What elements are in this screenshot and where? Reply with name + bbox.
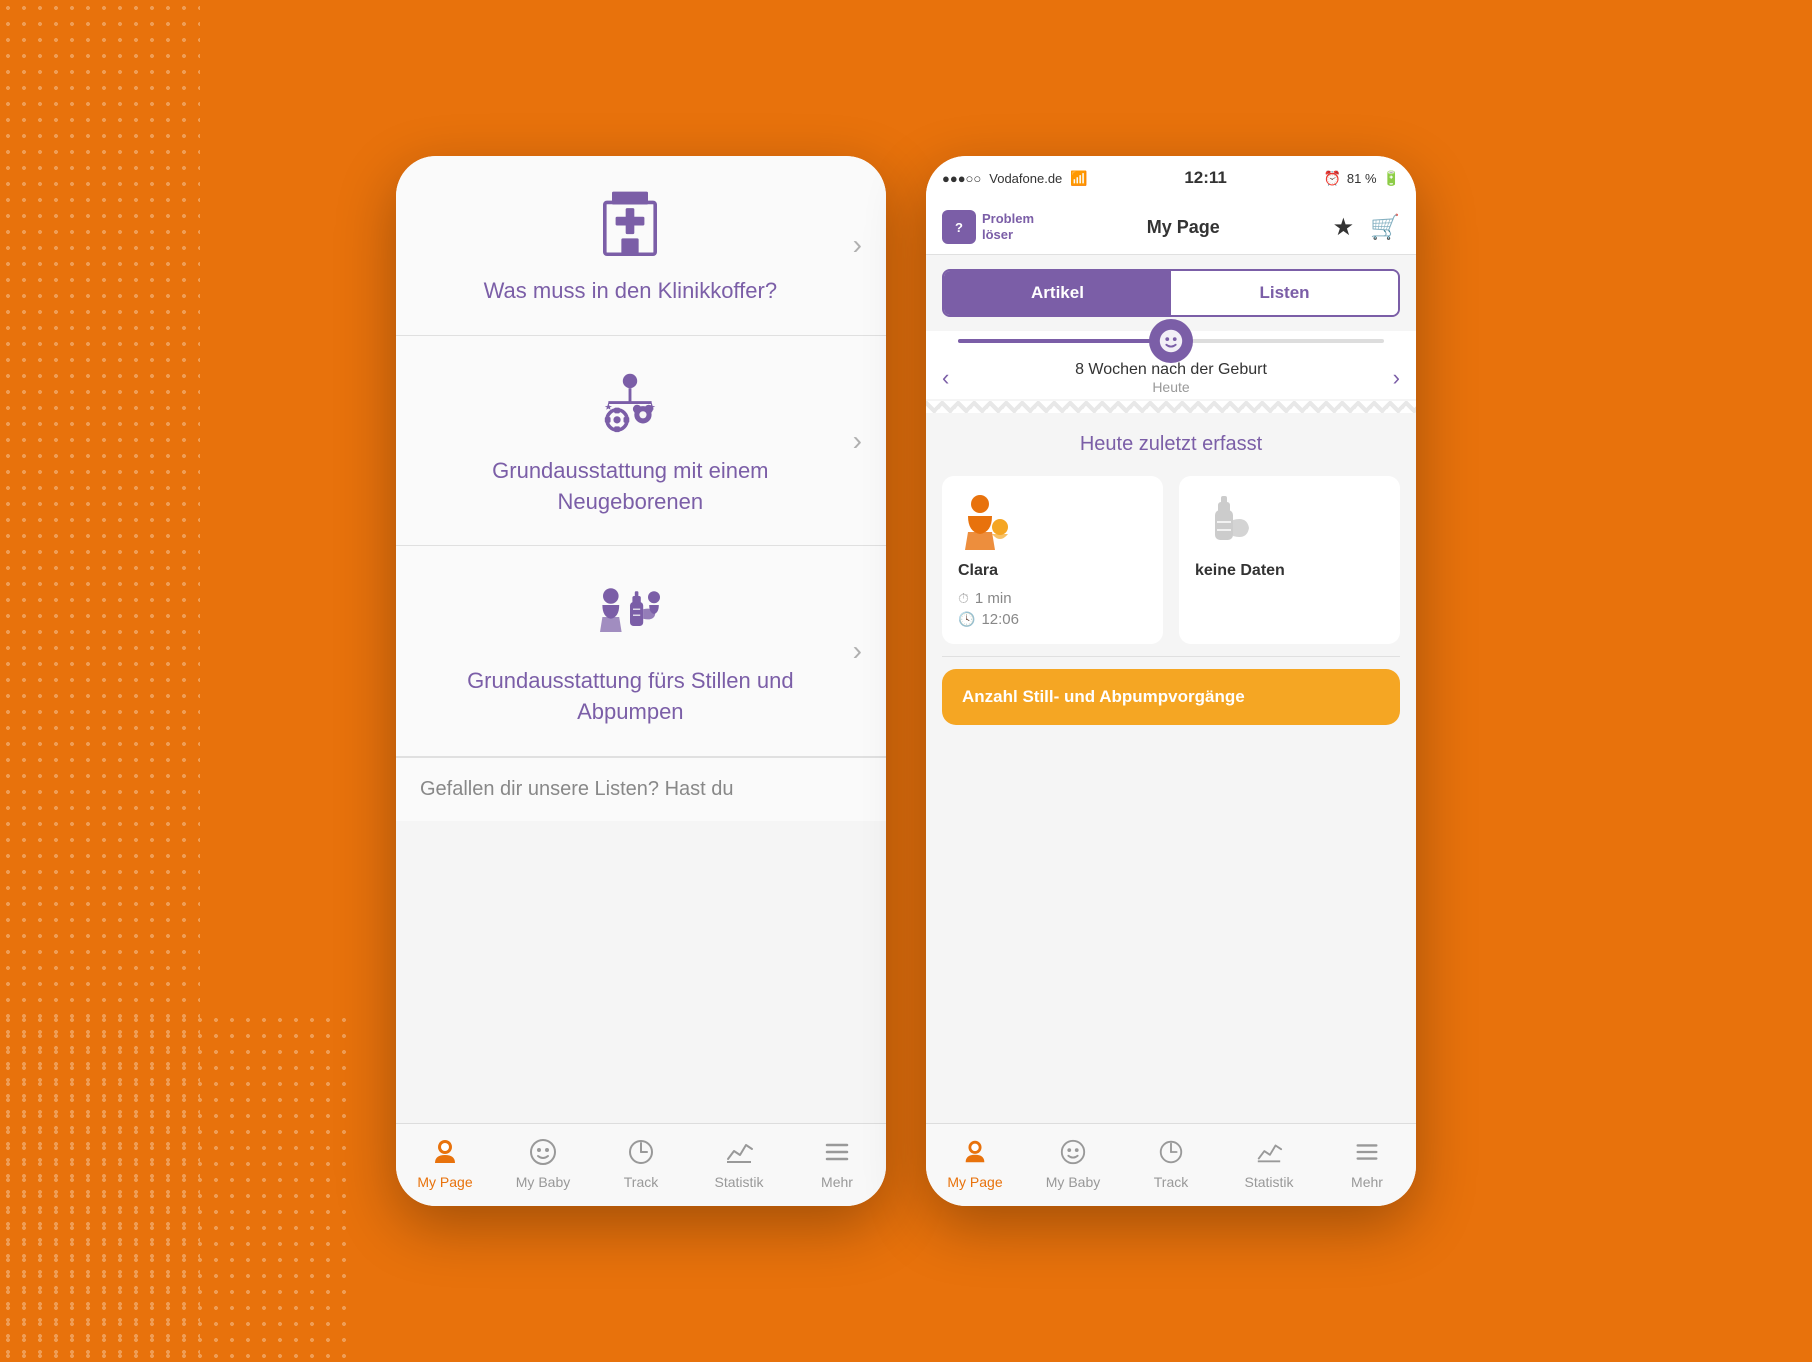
- chevron-right-icon: ›: [853, 229, 862, 261]
- statistik-icon: [721, 1134, 757, 1170]
- orange-card-title: Anzahl Still- und Abpumpvorgänge: [962, 687, 1380, 707]
- phones-container: Was muss in den Klinikkoffer? ›: [396, 156, 1416, 1206]
- battery-percent: 81 %: [1347, 171, 1377, 186]
- right-mypage-icon: [957, 1134, 993, 1170]
- alarm-icon: ⏰: [1323, 170, 1340, 187]
- logo-line2: löser: [982, 227, 1034, 243]
- timeline-fill: [958, 339, 1171, 343]
- statistik-label: Statistik: [714, 1174, 763, 1190]
- next-week-button[interactable]: ›: [1393, 365, 1400, 391]
- nursing-card[interactable]: Clara ⏱ 1 min 🕓 12:06: [942, 476, 1163, 644]
- time-display: 12:11: [1184, 168, 1227, 188]
- signal-bars: ●●●○○: [942, 171, 981, 186]
- today-cards: Clara ⏱ 1 min 🕓 12:06: [942, 476, 1400, 644]
- nursing-icon: [958, 492, 1018, 552]
- right-nav-statistik[interactable]: Statistik: [1229, 1134, 1309, 1190]
- logo-line1: Problem: [982, 211, 1034, 227]
- list-item-stillen[interactable]: Grundausstattung fürs Stillen und Abpump…: [396, 546, 886, 757]
- page-title: My Page: [1147, 217, 1220, 238]
- logo-box: ?: [942, 210, 976, 244]
- today-title: Heute zuletzt erfasst: [942, 433, 1400, 456]
- stillen-label: Grundausstattung fürs Stillen und Abpump…: [420, 666, 841, 728]
- baby-mobile-icon: [590, 364, 670, 444]
- list-item-klinikkoffer[interactable]: Was muss in den Klinikkoffer? ›: [396, 156, 886, 336]
- track-label: Track: [624, 1174, 658, 1190]
- nav-item-track[interactable]: Track: [601, 1134, 681, 1190]
- right-track-icon: [1153, 1134, 1189, 1170]
- bottom-text: Gefallen dir unsere Listen? Hast du: [396, 757, 886, 821]
- track-icon: [623, 1134, 659, 1170]
- mehr-label: Mehr: [821, 1174, 853, 1190]
- week-subtitle: Heute: [961, 379, 1380, 395]
- prev-week-button[interactable]: ‹: [942, 365, 949, 391]
- right-nav-mybaby[interactable]: My Baby: [1033, 1134, 1113, 1190]
- status-bar: ●●●○○ Vodafone.de 📶 12:11 ⏰ 81 % 🔋: [926, 156, 1416, 200]
- nav-item-mybaby[interactable]: My Baby: [503, 1134, 583, 1190]
- clock-icon: 🕓: [958, 611, 975, 628]
- right-statistik-label: Statistik: [1244, 1174, 1293, 1190]
- right-phone: ●●●○○ Vodafone.de 📶 12:11 ⏰ 81 % 🔋 ? Pro…: [926, 156, 1416, 1206]
- right-nav-track[interactable]: Track: [1131, 1134, 1211, 1190]
- chevron-right-icon-3: ›: [853, 635, 862, 667]
- right-nav-mehr[interactable]: Mehr: [1327, 1134, 1407, 1190]
- nav-item-mehr[interactable]: Mehr: [797, 1134, 877, 1190]
- pump-card[interactable]: keine Daten: [1179, 476, 1400, 644]
- mypage-icon: [427, 1134, 463, 1170]
- bottom-navigation: My Page My Baby: [396, 1123, 886, 1206]
- left-phone: Was muss in den Klinikkoffer? ›: [396, 156, 886, 1206]
- section-separator: [926, 401, 1416, 413]
- nav-item-statistik[interactable]: Statistik: [699, 1134, 779, 1190]
- orange-summary-card[interactable]: Anzahl Still- und Abpumpvorgänge: [942, 669, 1400, 725]
- time-text: 12:06: [981, 611, 1019, 628]
- klinikkoffer-label: Was muss in den Klinikkoffer?: [484, 276, 777, 307]
- tab-container: Artikel Listen: [942, 269, 1400, 317]
- today-section: Heute zuletzt erfasst: [926, 413, 1416, 656]
- wifi-icon: 📶: [1070, 170, 1087, 187]
- list-item-neugeborenes[interactable]: Grundausstattung mit einem Neugeborenen …: [396, 336, 886, 547]
- timeline-section: [926, 331, 1416, 347]
- nodata-name: keine Daten: [1195, 562, 1285, 580]
- hospital-icon: [590, 184, 670, 264]
- logo-icon: ?: [955, 220, 963, 235]
- app-header: ? Problem löser My Page ★ 🛒: [926, 200, 1416, 255]
- breastpump-icon: [590, 574, 670, 654]
- right-statistik-icon: [1251, 1134, 1287, 1170]
- right-mehr-icon: [1349, 1134, 1385, 1170]
- right-mehr-label: Mehr: [1351, 1174, 1383, 1190]
- tab-listen[interactable]: Listen: [1171, 271, 1398, 315]
- chevron-right-icon-2: ›: [853, 425, 862, 457]
- clara-name: Clara: [958, 562, 998, 580]
- right-nav-mypage[interactable]: My Page: [935, 1134, 1015, 1190]
- timeline-track[interactable]: [958, 339, 1384, 343]
- week-title: 8 Wochen nach der Geburt: [961, 361, 1380, 379]
- cart-icon[interactable]: 🛒: [1370, 213, 1400, 242]
- pump-icon: [1195, 492, 1255, 552]
- right-mybaby-label: My Baby: [1046, 1174, 1100, 1190]
- mypage-label: My Page: [417, 1174, 472, 1190]
- battery-icon: 🔋: [1383, 170, 1400, 187]
- right-mypage-label: My Page: [947, 1174, 1002, 1190]
- duration-text: 1 min: [975, 590, 1012, 607]
- card-separator: [942, 656, 1400, 657]
- mybaby-icon: [525, 1134, 561, 1170]
- neugeborenes-label: Grundausstattung mit einem Neugeborenen: [420, 456, 841, 518]
- star-icon[interactable]: ★: [1333, 213, 1355, 242]
- tab-artikel[interactable]: Artikel: [944, 271, 1171, 315]
- timeline-thumb[interactable]: [1149, 319, 1193, 363]
- time-icon: ⏱: [958, 590, 969, 607]
- right-track-label: Track: [1154, 1174, 1188, 1190]
- mybaby-label: My Baby: [516, 1174, 570, 1190]
- app-logo[interactable]: ? Problem löser: [942, 210, 1034, 244]
- right-bottom-navigation: My Page My Baby: [926, 1123, 1416, 1206]
- right-mybaby-icon: [1055, 1134, 1091, 1170]
- left-list: Was muss in den Klinikkoffer? ›: [396, 156, 886, 1123]
- nav-item-mypage[interactable]: My Page: [405, 1134, 485, 1190]
- mehr-icon: [819, 1134, 855, 1170]
- carrier-label: Vodafone.de: [989, 171, 1062, 186]
- logo-text: Problem löser: [982, 211, 1034, 242]
